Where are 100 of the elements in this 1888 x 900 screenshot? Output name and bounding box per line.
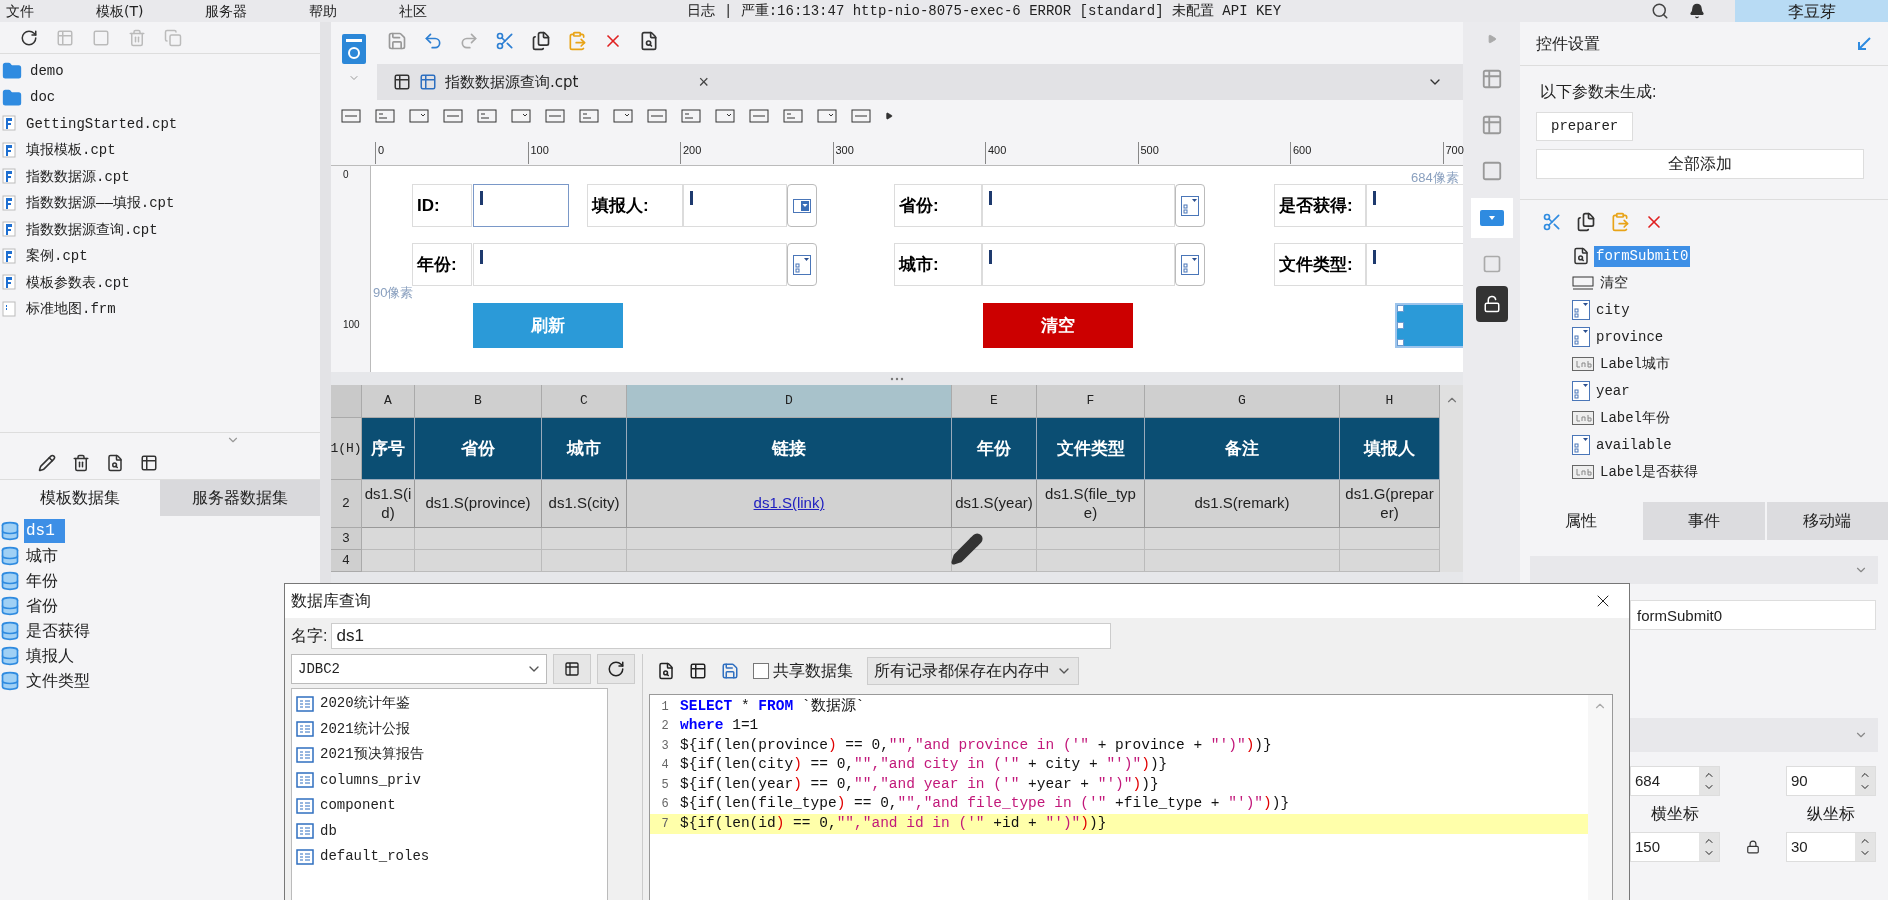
form-button[interactable]: 清空 xyxy=(983,303,1133,348)
widget-icon[interactable] xyxy=(749,108,769,124)
edit-connection-button[interactable] xyxy=(553,654,591,684)
file-name[interactable]: doc xyxy=(30,87,56,109)
widget-settings-tab[interactable] xyxy=(1470,198,1513,238)
widget-tree-item[interactable]: year xyxy=(1594,380,1632,402)
widget-icon[interactable] xyxy=(443,108,463,124)
file-name[interactable]: 标准地图.frm xyxy=(26,299,116,321)
widget-tree-item[interactable]: province xyxy=(1594,326,1666,348)
menu-item[interactable]: 模板(T) xyxy=(96,0,144,22)
dropdown-button[interactable] xyxy=(787,184,817,227)
table-name[interactable]: 2020统计年鉴 xyxy=(320,693,410,715)
menu-item[interactable]: 帮助 xyxy=(309,0,338,22)
widget-tree-item[interactable]: city xyxy=(1594,299,1632,321)
copy-icon[interactable] xyxy=(1576,212,1596,232)
widget-icon[interactable] xyxy=(341,108,361,124)
widget-tree-item[interactable]: Label是否获得 xyxy=(1598,461,1700,483)
layout-icon[interactable] xyxy=(1480,68,1503,90)
row-header[interactable]: 2 xyxy=(331,480,362,528)
file-name[interactable]: demo xyxy=(30,60,64,82)
preview-icon[interactable] xyxy=(106,453,124,472)
save-icon[interactable] xyxy=(387,31,407,51)
file-name[interactable]: 案例.cpt xyxy=(26,246,88,268)
widget-icon[interactable] xyxy=(477,108,497,124)
frame-icon[interactable] xyxy=(1480,160,1503,182)
user-button[interactable]: 李豆芽 xyxy=(1735,0,1888,22)
table-name[interactable]: 2021预决算报告 xyxy=(320,744,424,766)
table-name[interactable]: default_roles xyxy=(320,846,430,868)
refresh-icon[interactable] xyxy=(20,28,38,47)
number-spinner[interactable]: 684 xyxy=(1630,766,1720,796)
column-header[interactable]: C xyxy=(542,385,627,418)
table-info-icon[interactable] xyxy=(1480,114,1503,136)
widget-icon[interactable] xyxy=(409,108,429,124)
row-header[interactable]: 1(H) xyxy=(331,418,362,480)
number-spinner[interactable]: 90 xyxy=(1786,766,1876,796)
shared-checkbox[interactable] xyxy=(753,663,769,679)
list-icon[interactable] xyxy=(1481,254,1502,274)
connection-select[interactable]: JDBC2 xyxy=(291,654,547,684)
number-spinner[interactable]: 30 xyxy=(1786,832,1876,862)
widget-icon[interactable] xyxy=(681,108,701,124)
paste-icon[interactable] xyxy=(1610,212,1630,232)
delete-icon[interactable] xyxy=(72,453,90,472)
column-header[interactable]: F xyxy=(1037,385,1145,418)
search-icon[interactable] xyxy=(1651,2,1669,20)
lock-button[interactable] xyxy=(1475,286,1508,322)
picker-button[interactable] xyxy=(787,243,817,286)
dataset-item[interactable]: 城市 xyxy=(24,543,60,568)
undo-icon[interactable] xyxy=(423,31,443,51)
preview-icon[interactable] xyxy=(657,662,675,680)
menu-item[interactable]: 社区 xyxy=(399,0,428,22)
edit-icon[interactable] xyxy=(38,453,56,472)
table-name[interactable]: db xyxy=(320,820,337,842)
widget-icon[interactable] xyxy=(783,108,803,124)
drag-handle-icon[interactable] xyxy=(890,376,904,381)
cut-icon[interactable] xyxy=(495,31,515,51)
sql-icon[interactable] xyxy=(689,662,707,680)
widget-icon[interactable] xyxy=(647,108,667,124)
widget-icon[interactable] xyxy=(375,108,395,124)
column-header[interactable]: A xyxy=(362,385,415,418)
row-header[interactable]: 4 xyxy=(331,550,362,572)
table-name[interactable]: 2021统计公报 xyxy=(320,718,410,740)
row-header[interactable]: 3 xyxy=(331,528,362,550)
file-name[interactable]: 指数数据源——填报.cpt xyxy=(26,193,175,215)
redo-icon[interactable] xyxy=(459,31,479,51)
cut-icon[interactable] xyxy=(1542,212,1562,232)
picker-button[interactable] xyxy=(1175,243,1205,286)
sql-editor[interactable] xyxy=(649,694,1613,900)
dataset-item[interactable]: 是否获得 xyxy=(24,618,92,643)
widget-tree-item[interactable]: Label年份 xyxy=(1598,407,1672,429)
widget-icon[interactable] xyxy=(851,108,871,124)
add-all-button[interactable]: 全部添加 xyxy=(1536,149,1864,179)
widget-icon[interactable] xyxy=(545,108,565,124)
file-name[interactable]: 填报模板.cpt xyxy=(26,140,116,162)
text-field[interactable] xyxy=(473,184,569,227)
save-icon[interactable] xyxy=(721,662,739,680)
dataset-tab[interactable]: 服务器数据集 xyxy=(160,480,320,516)
column-header[interactable]: H xyxy=(1340,385,1440,418)
table-name[interactable]: columns_priv xyxy=(320,769,421,791)
widget-icon[interactable] xyxy=(511,108,531,124)
widget-icon[interactable] xyxy=(817,108,837,124)
table-icon[interactable] xyxy=(140,453,158,472)
paste-icon[interactable] xyxy=(567,31,587,51)
widget-tree-item[interactable]: Label城市 xyxy=(1598,353,1672,375)
file-name[interactable]: 指数数据源查询.cpt xyxy=(26,219,158,241)
storage-select[interactable]: 所有记录都保存在内存中 xyxy=(867,657,1079,685)
widget-icon[interactable] xyxy=(579,108,599,124)
file-name[interactable]: 指数数据源.cpt xyxy=(26,166,130,188)
panel-tab[interactable]: 事件 xyxy=(1643,502,1765,540)
dataset-item[interactable]: 文件类型 xyxy=(24,668,92,693)
widget-icon[interactable] xyxy=(613,108,633,124)
copy-icon[interactable] xyxy=(531,31,551,51)
form-button[interactable] xyxy=(1395,303,1463,348)
column-header[interactable]: G xyxy=(1145,385,1340,418)
column-header[interactable]: E xyxy=(952,385,1037,418)
dataset-item[interactable]: 省份 xyxy=(24,593,60,618)
square-icon[interactable] xyxy=(92,28,110,47)
panel-tab[interactable]: 移动端 xyxy=(1766,502,1888,540)
name-field[interactable]: ds1 xyxy=(331,623,1112,649)
expand-icon[interactable] xyxy=(1486,34,1497,44)
widget-tree-item[interactable]: 清空 xyxy=(1598,272,1630,294)
